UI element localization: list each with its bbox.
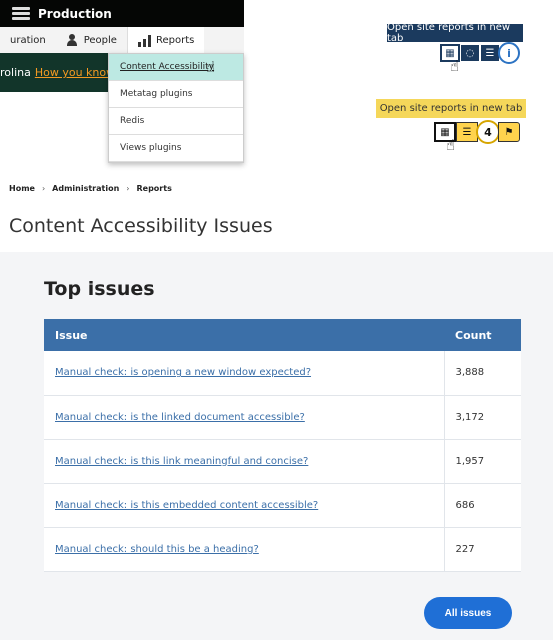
tab-people[interactable]: People [56, 27, 127, 53]
hand-cursor-icon: ☝ [446, 136, 456, 154]
breadcrumb-reports[interactable]: Reports [136, 184, 171, 193]
count-cell: 686 [443, 483, 521, 528]
tooltip-open-reports: Open site reports in new tab [387, 22, 523, 44]
tooltip-open-reports-yellow: Open site reports in new tab [376, 99, 526, 118]
table-row: Manual check: is this embedded content a… [44, 483, 521, 528]
checklist-icon: ☰ [462, 126, 472, 138]
eye-slash-icon: ◌ [465, 47, 475, 59]
menu-item-redis[interactable]: Redis [109, 108, 243, 135]
environment-bar[interactable]: Production [0, 0, 244, 27]
issue-cell: Manual check: is the linked document acc… [44, 395, 444, 440]
breadcrumb-separator: › [41, 184, 46, 193]
table-row: Manual check: is opening a new window ex… [44, 351, 521, 396]
count-cell: 3,172 [443, 395, 521, 440]
top-issues-table: Issue Count Manual check: is opening a n… [44, 319, 521, 572]
server-icon [12, 7, 30, 20]
column-header-issue[interactable]: Issue [44, 319, 444, 351]
page-title: Content Accessibility Issues [9, 215, 273, 237]
checklist-icon: ☰ [485, 47, 495, 59]
info-badge[interactable]: i [498, 42, 520, 64]
table-row: Manual check: is this link meaningful an… [44, 439, 521, 484]
section-title: Top issues [44, 278, 155, 300]
menu-item-content-accessibility[interactable]: Content Accessibility [109, 54, 243, 81]
checklist-button[interactable]: ☰ [456, 122, 478, 142]
breadcrumb-separator: › [126, 184, 130, 193]
flag-icon: ⚑ [504, 126, 514, 138]
issue-link[interactable]: Manual check: is opening a new window ex… [55, 367, 311, 378]
breadcrumb-home[interactable]: Home [9, 184, 35, 193]
issue-link[interactable]: Manual check: is this link meaningful an… [55, 456, 308, 467]
tab-label: uration [10, 34, 46, 46]
flag-button[interactable]: ⚑ [498, 122, 520, 142]
issue-link[interactable]: Manual check: should this be a heading? [55, 544, 259, 555]
issue-cell: Manual check: should this be a heading? [44, 527, 444, 572]
breadcrumb-administration[interactable]: Administration [52, 184, 119, 193]
issue-link[interactable]: Manual check: is this embedded content a… [55, 500, 318, 511]
tab-reports[interactable]: Reports [126, 27, 205, 53]
reports-dropdown: Content Accessibility Metatag plugins Re… [108, 53, 244, 163]
issue-cell: Manual check: is this embedded content a… [44, 483, 444, 528]
table-row: Manual check: should this be a heading? … [44, 527, 521, 572]
issue-cell: Manual check: is this link meaningful an… [44, 439, 444, 484]
hand-cursor-icon: ☝ [450, 57, 460, 75]
hand-cursor-icon: ☝ [206, 58, 216, 76]
table-header-row: Issue Count [44, 319, 521, 351]
tab-label: Reports [155, 34, 195, 46]
issue-count-badge[interactable]: 4 [476, 120, 500, 144]
site-banner: rolina How you know [0, 53, 108, 92]
bar-chart-icon [137, 34, 151, 47]
all-issues-button[interactable]: All issues [424, 597, 512, 629]
menu-item-views-plugins[interactable]: Views plugins [109, 135, 243, 162]
tab-configuration[interactable]: uration [0, 27, 56, 53]
person-icon [66, 34, 79, 46]
column-header-count[interactable]: Count [444, 319, 521, 351]
environment-label: Production [38, 6, 112, 21]
menu-item-metatag-plugins[interactable]: Metatag plugins [109, 81, 243, 108]
issue-cell: Manual check: is opening a new window ex… [44, 351, 444, 396]
toolbar-tabs: uration People Reports [0, 27, 244, 53]
checklist-button[interactable]: ☰ [480, 44, 500, 62]
table-row: Manual check: is the linked document acc… [44, 395, 521, 440]
banner-link[interactable]: How you know [35, 66, 108, 79]
banner-text: rolina [0, 66, 31, 79]
tab-label: People [83, 34, 117, 46]
hide-button[interactable]: ◌ [460, 44, 480, 62]
breadcrumb: Home › Administration › Reports [9, 184, 172, 193]
count-cell: 1,957 [443, 439, 521, 484]
count-cell: 3,888 [443, 351, 521, 396]
count-cell: 227 [443, 527, 521, 572]
issue-link[interactable]: Manual check: is the linked document acc… [55, 412, 305, 423]
